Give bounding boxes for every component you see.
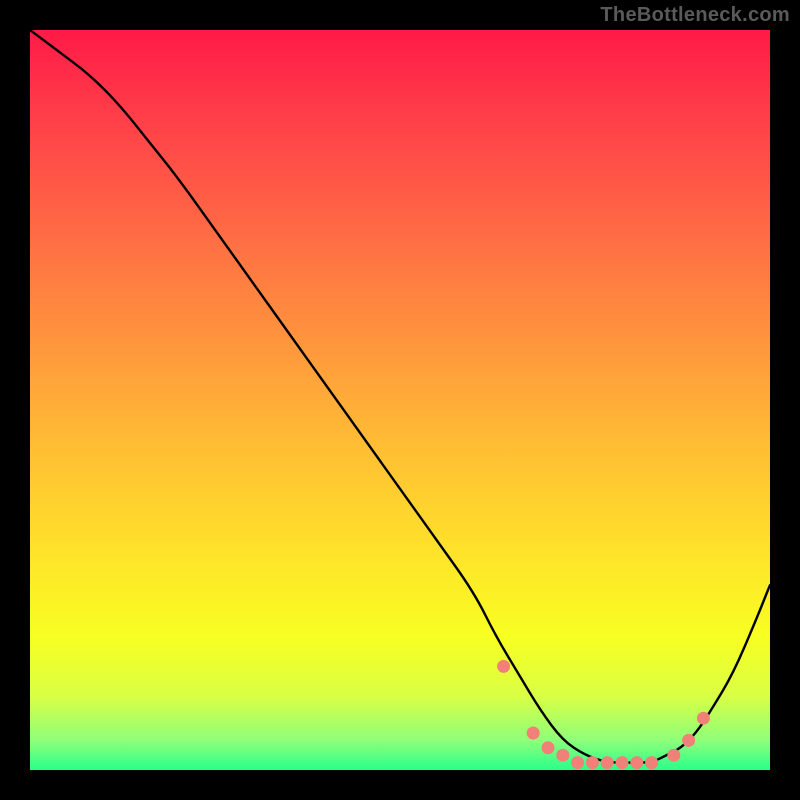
data-dot [556,749,569,762]
chart-plot [30,30,770,770]
data-dot [542,741,555,754]
chart-svg [30,30,770,770]
data-dot [616,756,629,769]
data-dot [630,756,643,769]
data-dot [527,727,540,740]
data-dots [497,660,710,769]
watermark-text: TheBottleneck.com [600,4,790,27]
bottleneck-curve [30,30,770,763]
data-dot [682,734,695,747]
data-dot [697,712,710,725]
data-dot [497,660,510,673]
data-dot [601,756,614,769]
data-dot [571,756,584,769]
data-dot [667,749,680,762]
data-dot [586,756,599,769]
data-dot [645,756,658,769]
